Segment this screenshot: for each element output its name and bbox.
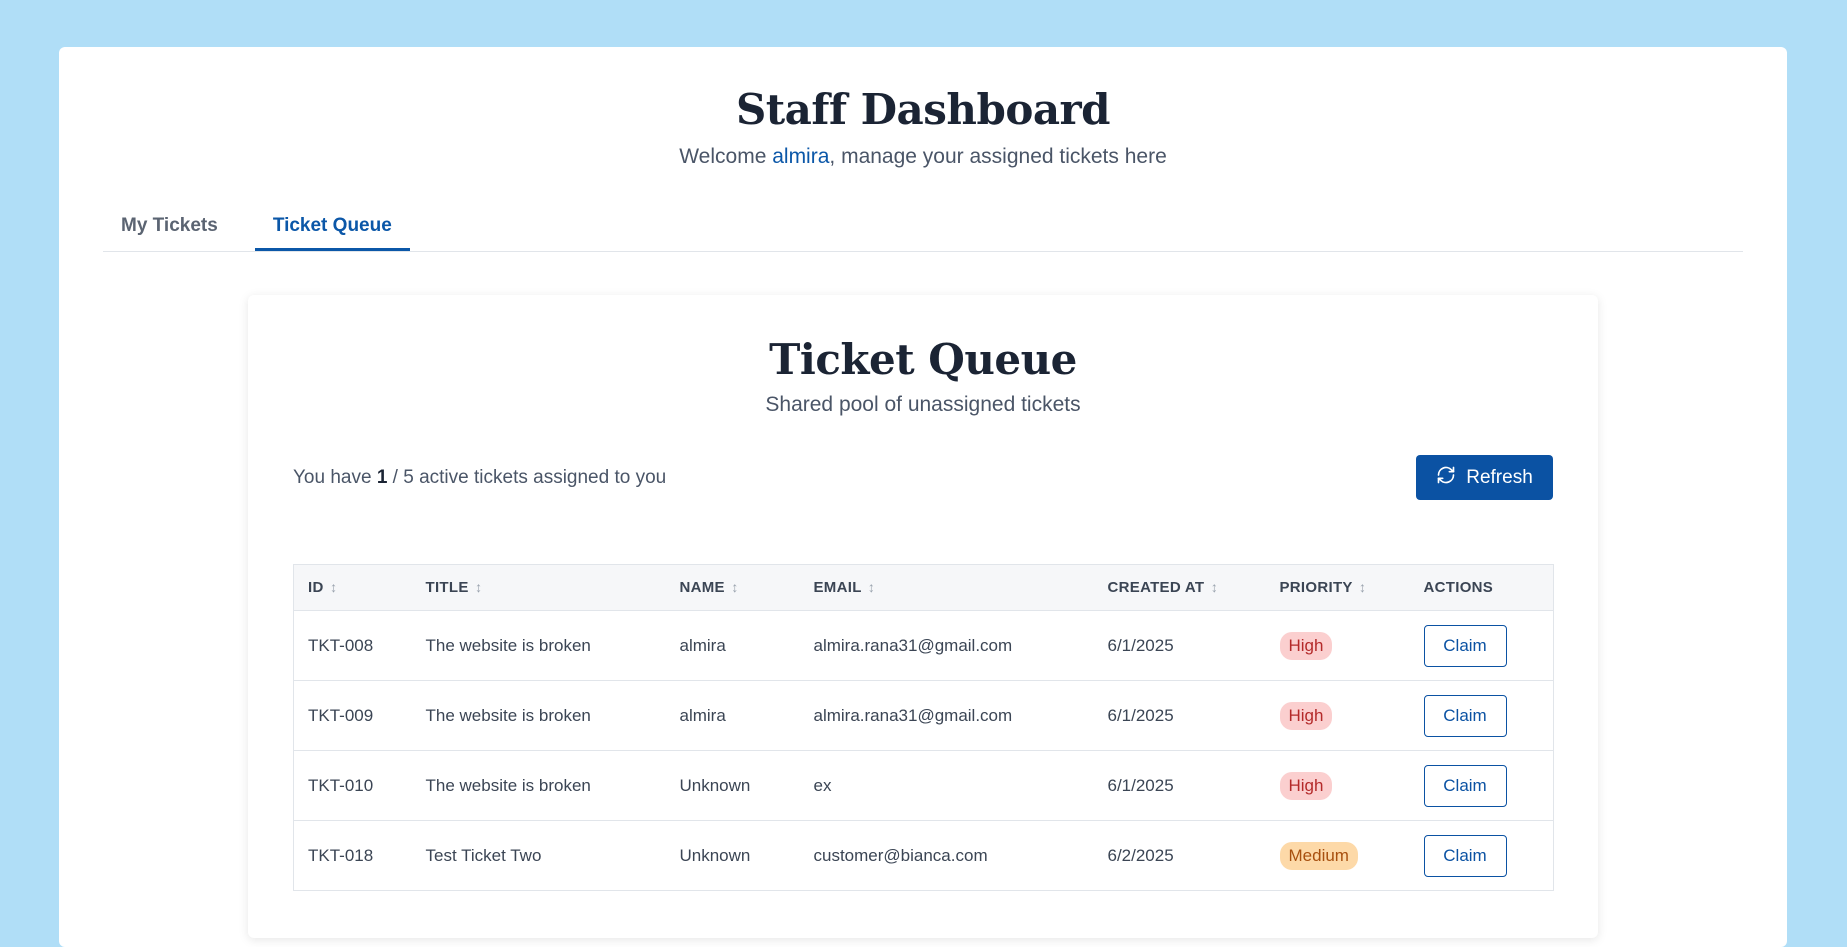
sort-arrows-icon: ↕ (1210, 579, 1219, 595)
ticket-email: ex (813, 775, 832, 795)
ticket-actions: Claim (1410, 751, 1554, 821)
claim-button[interactable]: Claim (1423, 624, 1507, 667)
claim-button[interactable]: Claim (1423, 834, 1507, 877)
ticket-priority: High (1266, 611, 1410, 681)
refresh-icon (1436, 465, 1456, 491)
ticket-id: TKT-018 (308, 845, 374, 865)
ticket-queue-panel: Ticket Queue Shared pool of unassigned t… (248, 295, 1598, 938)
table-row: TKT-010 The website is broken Unknown ex… (293, 751, 1554, 821)
claim-button[interactable]: Claim (1423, 764, 1507, 807)
claim-button[interactable]: Claim (1423, 694, 1507, 737)
ticket-title: The website is broken (425, 705, 591, 725)
ticket-created-at: 6/1/2025 (1107, 705, 1174, 725)
column-header-actions: ACTIONS (1409, 564, 1554, 611)
ticket-email: almira.rana31@gmail.com (813, 705, 1013, 725)
status-suffix: / 5 active tickets assigned to you (387, 466, 667, 488)
tab-ticket-queue[interactable]: Ticket Queue (254, 202, 410, 251)
column-header-priority[interactable]: PRIORITY ↕ (1265, 564, 1410, 611)
ticket-priority: High (1266, 751, 1410, 821)
welcome-prefix: Welcome (679, 145, 773, 169)
tab-bar: My Tickets Ticket Queue (103, 202, 1743, 252)
column-header-name[interactable]: NAME ↕ (665, 564, 800, 611)
ticket-actions: Claim (1410, 681, 1554, 751)
priority-badge: High (1279, 631, 1333, 660)
ticket-id: TKT-010 (308, 775, 374, 795)
ticket-actions: Claim (1410, 611, 1554, 681)
status-prefix: You have (293, 466, 377, 488)
sort-arrows-icon: ↕ (330, 579, 338, 595)
dashboard-card: Staff Dashboard Welcome almira, manage y… (59, 47, 1787, 947)
sort-arrows-icon: ↕ (475, 579, 483, 595)
ticket-id: TKT-008 (308, 635, 374, 655)
ticket-priority: High (1266, 681, 1410, 751)
priority-badge: High (1279, 701, 1333, 730)
column-header-email[interactable]: EMAIL ↕ (799, 564, 1094, 611)
ticket-title: The website is broken (425, 775, 591, 795)
ticket-email: customer@bianca.com (813, 845, 988, 865)
refresh-button[interactable]: Refresh (1416, 455, 1553, 500)
sort-arrows-icon: ↕ (1358, 579, 1367, 595)
ticket-id: TKT-009 (308, 705, 374, 725)
sort-arrows-icon: ↕ (731, 579, 739, 595)
sort-arrows-icon: ↕ (867, 579, 876, 595)
ticket-email: almira.rana31@gmail.com (813, 635, 1013, 655)
header: Staff Dashboard Welcome almira, manage y… (59, 47, 1787, 169)
table-header-row: ID ↕ TITLE ↕ NAME ↕ EMAIL ↕ CREATED AT ↕… (293, 564, 1554, 611)
ticket-name: almira (679, 705, 726, 725)
welcome-username: almira (772, 145, 830, 169)
ticket-title: The website is broken (425, 635, 591, 655)
priority-badge: High (1279, 771, 1333, 800)
priority-badge: Medium (1279, 841, 1358, 870)
ticket-created-at: 6/1/2025 (1107, 775, 1174, 795)
column-header-id[interactable]: ID ↕ (293, 564, 412, 611)
column-header-created-at[interactable]: CREATED AT ↕ (1093, 564, 1266, 611)
refresh-label: Refresh (1466, 466, 1533, 488)
column-header-title[interactable]: TITLE ↕ (411, 564, 666, 611)
table-row: TKT-009 The website is broken almira alm… (293, 681, 1554, 751)
welcome-message: Welcome almira, manage your assigned tic… (59, 145, 1787, 169)
welcome-suffix: , manage your assigned tickets here (829, 145, 1167, 169)
tickets-table: ID ↕ TITLE ↕ NAME ↕ EMAIL ↕ CREATED AT ↕… (293, 564, 1554, 891)
ticket-created-at: 6/1/2025 (1107, 635, 1174, 655)
status-row: You have 1 / 5 active tickets assigned t… (293, 455, 1553, 500)
ticket-name: almira (679, 635, 726, 655)
ticket-actions: Claim (1410, 821, 1554, 891)
table-row: TKT-008 The website is broken almira alm… (293, 611, 1554, 681)
ticket-created-at: 6/2/2025 (1107, 845, 1174, 865)
active-count: 1 (376, 466, 388, 488)
panel-subtitle: Shared pool of unassigned tickets (765, 393, 1081, 417)
ticket-name: Unknown (679, 845, 751, 865)
ticket-name: Unknown (679, 775, 751, 795)
active-tickets-status: You have 1 / 5 active tickets assigned t… (293, 467, 666, 489)
table-row: TKT-018 Test Ticket Two Unknown customer… (294, 821, 1554, 891)
page-title: Staff Dashboard (735, 85, 1111, 134)
ticket-priority: Medium (1266, 821, 1410, 891)
panel-title: Ticket Queue (769, 335, 1077, 384)
tab-my-tickets[interactable]: My Tickets (103, 202, 236, 251)
ticket-title: Test Ticket Two (425, 845, 542, 865)
